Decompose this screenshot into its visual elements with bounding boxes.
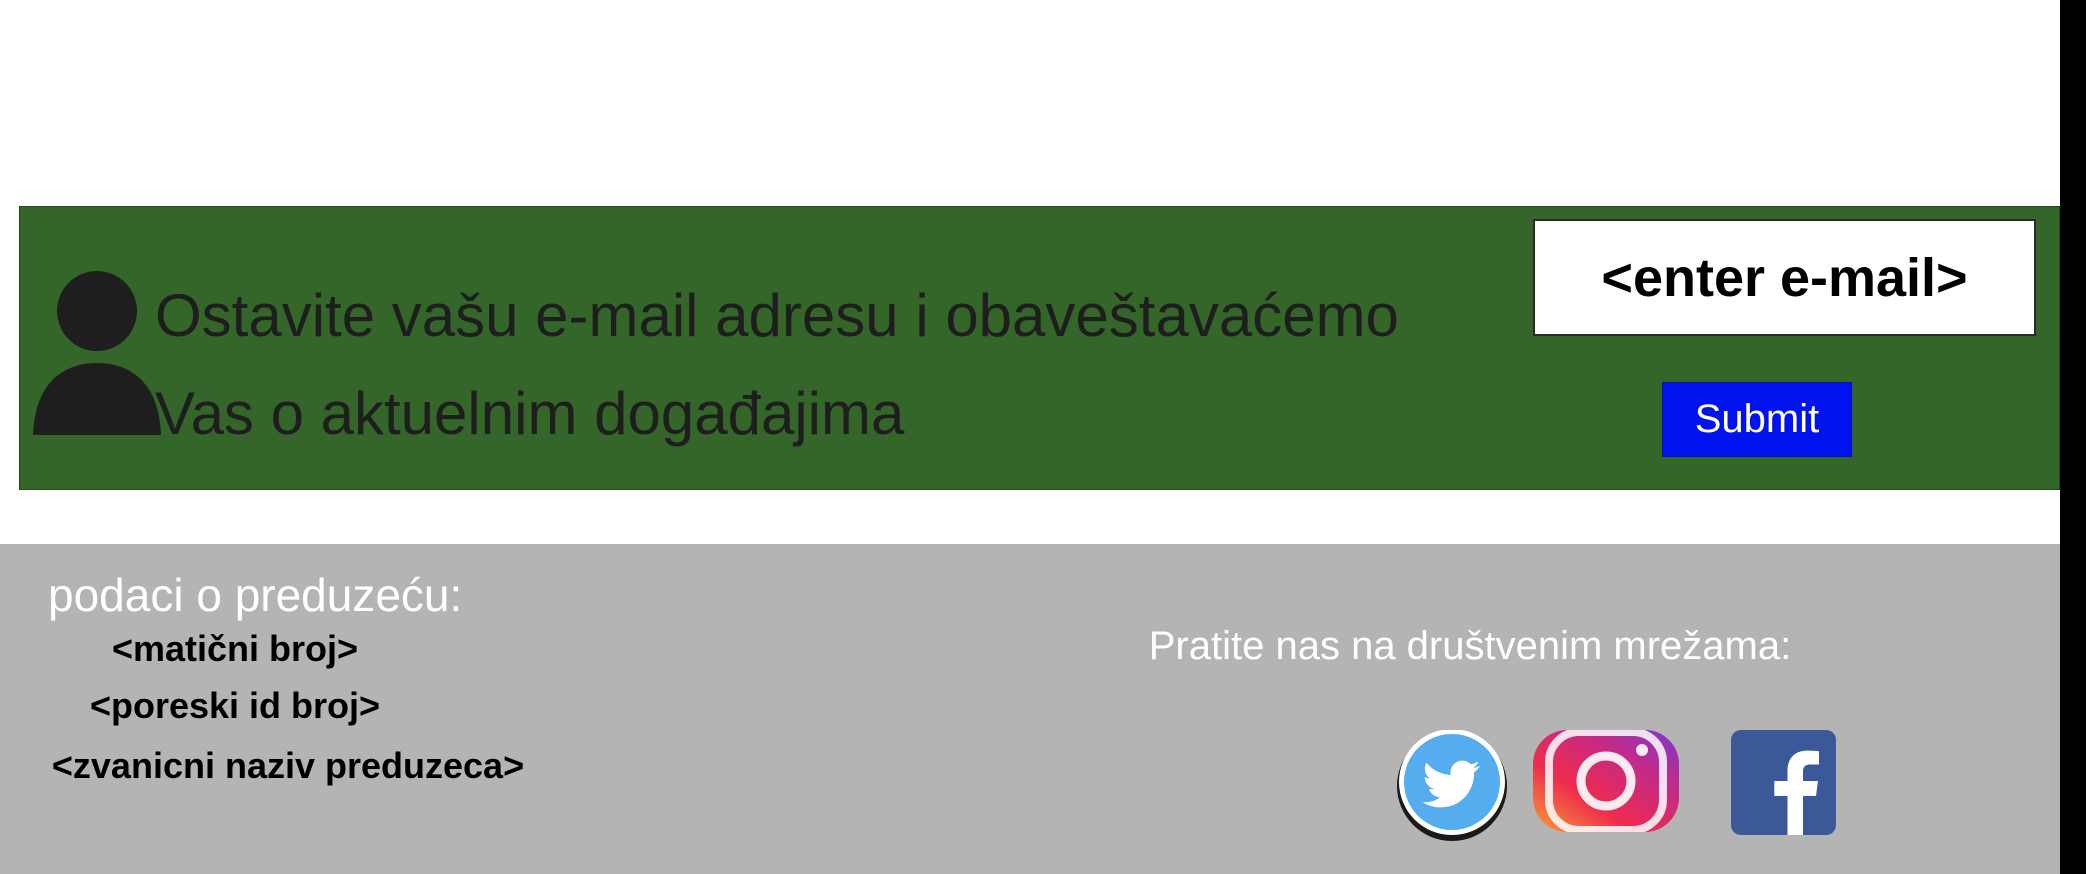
newsletter-banner: Ostavite vašu e-mail adresu i obaveštava… — [19, 206, 2060, 490]
facebook-link[interactable] — [1731, 730, 1836, 835]
newsletter-line-2: Vas o aktuelnim događajima — [155, 380, 905, 447]
user-icon — [33, 271, 161, 435]
newsletter-message: Ostavite vašu e-mail adresu i obaveštava… — [155, 267, 1485, 463]
tax-id-number: <poreski id broj> — [89, 685, 381, 726]
twitter-link[interactable] — [1396, 729, 1508, 842]
submit-button[interactable]: Submit — [1662, 382, 1852, 457]
email-input[interactable] — [1533, 219, 2036, 336]
official-company-name: <zvanicni naziv preduzeca> — [51, 745, 525, 786]
instagram-icon — [1533, 728, 1679, 834]
social-heading: Pratite nas na društvenim mrežama: — [1148, 624, 1792, 668]
newsletter-line-1: Ostavite vašu e-mail adresu i obaveštava… — [155, 282, 1399, 349]
facebook-icon — [1731, 730, 1836, 835]
registration-number: <matični broj> — [111, 628, 359, 669]
company-info-heading: podaci o preduzeću: — [48, 569, 463, 621]
twitter-icon — [1397, 729, 1507, 841]
instagram-link[interactable] — [1533, 728, 1679, 834]
footer: podaci o preduzeću: <matični broj> <pore… — [0, 544, 2060, 874]
right-edge-bar — [2060, 0, 2086, 874]
